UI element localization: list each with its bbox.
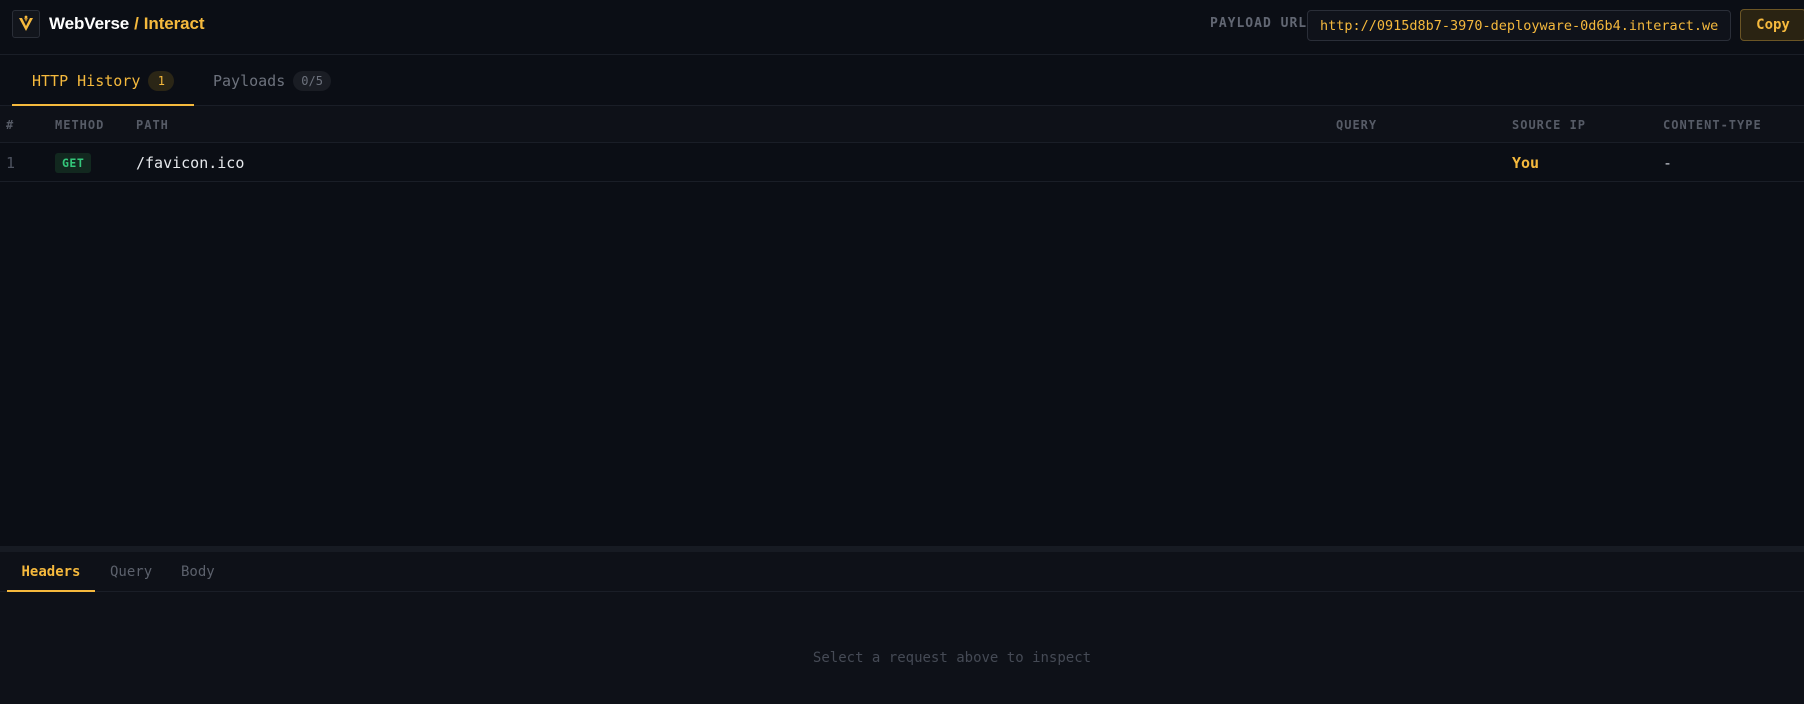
copy-button[interactable]: Copy	[1740, 9, 1804, 41]
column-header-source-ip: SOURCE IP	[1512, 118, 1587, 132]
row-method: GET	[55, 143, 92, 182]
payloads-count-badge: 0/5	[293, 70, 331, 91]
history-table-body: 1 GET /favicon.ico You -	[0, 143, 1804, 182]
payload-url-label: PAYLOAD URL	[1210, 16, 1308, 31]
brand-title: WebVerse / Interact	[49, 14, 205, 34]
brand-name: WebVerse	[49, 14, 130, 33]
tab-headers[interactable]: Headers	[7, 552, 95, 592]
column-header-method: METHOD	[55, 118, 105, 132]
column-header-content-type: CONTENT-TYPE	[1663, 118, 1762, 132]
tab-payloads-label: Payloads	[213, 71, 286, 90]
payload-url-input[interactable]	[1307, 10, 1731, 41]
inspector-tabs: Headers Query Body	[0, 552, 1804, 592]
webverse-logo-icon[interactable]	[12, 10, 40, 38]
inspector-empty-message: Select a request above to inspect	[812, 650, 1092, 666]
method-badge: GET	[55, 152, 92, 173]
tab-body[interactable]: Body	[181, 552, 215, 592]
row-path: /favicon.ico	[136, 153, 245, 172]
tab-http-history-label: HTTP History	[32, 71, 141, 90]
request-inspector: Headers Query Body Select a request abov…	[0, 552, 1804, 704]
column-header-number: #	[6, 118, 15, 132]
interact-app: WebVerse / Interact PAYLOAD URL Copy HTT…	[0, 0, 1804, 704]
tab-payloads[interactable]: Payloads 0/5	[213, 55, 331, 106]
table-row[interactable]: 1 GET /favicon.ico You -	[0, 143, 1804, 182]
tab-query[interactable]: Query	[110, 552, 152, 592]
row-source-ip: You	[1512, 153, 1540, 172]
brand-section: Interact	[143, 14, 205, 33]
tab-http-history[interactable]: HTTP History 1	[12, 55, 194, 106]
http-history-count-badge: 1	[148, 70, 175, 91]
row-number: 1	[6, 153, 16, 172]
column-header-query: QUERY	[1336, 118, 1378, 132]
main-tabs: HTTP History 1 Payloads 0/5	[0, 55, 1804, 106]
history-table-header: # METHOD PATH QUERY SOURCE IP CONTENT-TY…	[0, 106, 1804, 143]
column-header-path: PATH	[136, 118, 169, 132]
top-bar: WebVerse / Interact PAYLOAD URL Copy	[0, 0, 1804, 55]
row-content-type: -	[1663, 153, 1673, 172]
brand-separator: /	[134, 14, 139, 33]
